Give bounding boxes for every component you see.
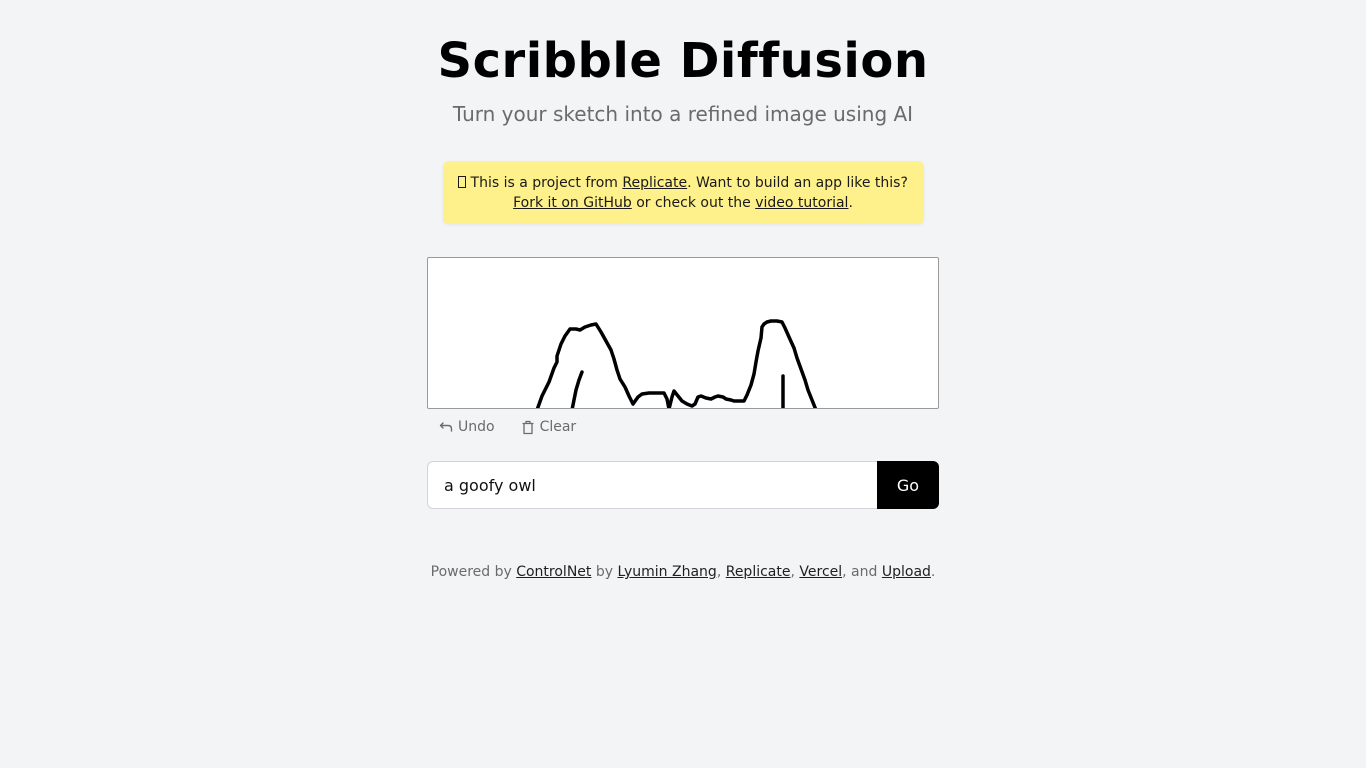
undo-button[interactable]: Undo	[439, 419, 495, 435]
info-banner: This is a project from Replicate. Want t…	[442, 161, 924, 224]
banner-line-2: Fork it on GitHub or check out the video…	[513, 195, 853, 211]
prompt-input[interactable]	[427, 461, 877, 509]
video-tutorial-link[interactable]: video tutorial	[755, 195, 848, 211]
fork-github-link[interactable]: Fork it on GitHub	[513, 195, 632, 211]
clear-button[interactable]: Clear	[521, 419, 576, 435]
go-button[interactable]: Go	[877, 461, 939, 509]
sketch-drawing	[535, 319, 818, 408]
replicate-link[interactable]: Replicate	[622, 175, 687, 191]
sketch-stroke-left-peak	[535, 319, 818, 408]
undo-arrow-icon	[439, 422, 453, 432]
vercel-link[interactable]: Vercel	[799, 564, 842, 580]
canvas-tools: Undo Clear	[427, 417, 939, 437]
controlnet-link[interactable]: ControlNet	[516, 564, 591, 580]
upload-link[interactable]: Upload	[882, 564, 931, 580]
banner-emoji-icon	[458, 176, 467, 188]
banner-line-1: This is a project from Replicate. Want t…	[458, 175, 908, 191]
footer-replicate-link[interactable]: Replicate	[726, 564, 791, 580]
sketch-canvas[interactable]	[427, 257, 939, 409]
trash-icon	[522, 420, 534, 434]
author-link[interactable]: Lyumin Zhang	[617, 564, 716, 580]
main-container: Scribble Diffusion Turn your sketch into…	[427, 0, 939, 582]
page-title: Scribble Diffusion	[437, 33, 929, 89]
prompt-form: Go	[427, 461, 939, 509]
footer-credits: Powered by ControlNet by Lyumin Zhang, R…	[430, 564, 936, 580]
sketch-stroke-left-inner	[570, 370, 584, 408]
page-subtitle: Turn your sketch into a refined image us…	[452, 102, 914, 126]
